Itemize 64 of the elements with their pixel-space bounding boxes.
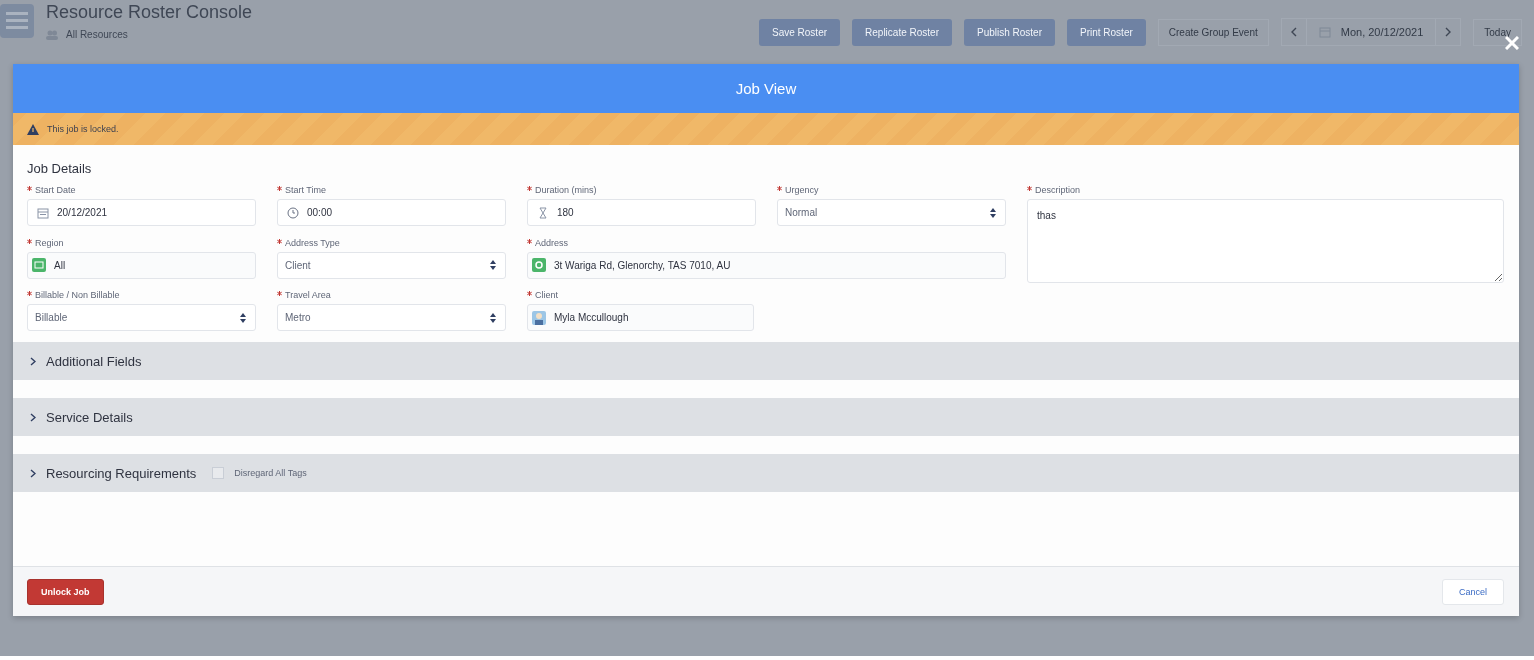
hourglass-icon xyxy=(537,206,549,219)
cancel-button[interactable]: Cancel xyxy=(1442,578,1504,605)
field-label: Travel Area xyxy=(285,290,331,300)
field-label: Start Date xyxy=(35,185,76,195)
field-label: Urgency xyxy=(785,185,819,195)
section-label: Additional Fields xyxy=(46,353,142,369)
calendar-icon xyxy=(37,206,49,219)
people-icon xyxy=(46,29,58,40)
section-header[interactable]: Resourcing Requirements Disregard All Tags xyxy=(13,454,1519,492)
region-icon xyxy=(32,258,46,272)
field-label: Description xyxy=(1035,185,1081,195)
location-icon xyxy=(532,258,546,272)
dropdown[interactable]: Client xyxy=(277,251,506,279)
lookup-field[interactable]: 3t Wariga Rd, Glenorchy, TAS 7010, AU xyxy=(527,251,1006,279)
dropdown[interactable]: Billable xyxy=(27,304,256,331)
date-navigator[interactable]: Mon, 20/12/2021 xyxy=(1280,18,1462,46)
modal-title: Job View xyxy=(13,64,1519,113)
field-label: Start Time xyxy=(285,185,326,195)
sort-arrows-icon xyxy=(990,207,996,218)
roster-button[interactable]: Save Roster xyxy=(759,18,841,46)
section-label: Service Details xyxy=(46,409,133,425)
section-header[interactable]: Additional Fields xyxy=(13,342,1519,380)
roster-button[interactable]: Publish Roster xyxy=(963,18,1055,46)
chevron-left-icon xyxy=(1290,27,1297,37)
dropdown[interactable]: Metro xyxy=(277,304,506,331)
field-label: Address Type xyxy=(285,237,340,248)
chevron-icon xyxy=(30,468,36,478)
field-label: Billable / Non Billable xyxy=(35,290,120,300)
sort-arrows-icon xyxy=(490,260,496,270)
field-label: Client xyxy=(535,290,558,300)
lookup-field[interactable]: Myla Mccullough xyxy=(527,304,754,331)
clock-icon xyxy=(287,206,299,219)
resource-filter[interactable]: All Resources xyxy=(66,29,128,40)
sort-arrows-icon xyxy=(490,312,496,323)
section-title: Job Details xyxy=(26,160,93,178)
warning-icon xyxy=(27,123,39,135)
menu-icon xyxy=(0,4,34,38)
checkbox-label: Disregard All Tags xyxy=(234,468,307,478)
description-field[interactable]: thas xyxy=(1027,199,1504,283)
page-title: Resource Roster Console xyxy=(46,2,253,23)
sort-arrows-icon xyxy=(240,312,246,323)
dropdown[interactable]: Normal xyxy=(777,199,1006,226)
close-icon xyxy=(1505,36,1519,50)
person-icon xyxy=(532,310,546,325)
number-field[interactable]: 180 xyxy=(527,199,756,226)
date-label: Mon, 20/12/2021 xyxy=(1340,26,1424,38)
field-label: Address xyxy=(535,237,569,248)
checkbox[interactable] xyxy=(212,467,225,479)
roster-button[interactable]: Replicate Roster xyxy=(852,18,952,46)
section-label: Resourcing Requirements xyxy=(46,465,197,481)
group-event-button[interactable]: Create Group Event xyxy=(1157,18,1269,46)
date-field[interactable]: 20/12/2021 xyxy=(27,199,256,226)
today-button[interactable]: Today xyxy=(1473,18,1522,46)
section-header[interactable]: Service Details xyxy=(13,398,1519,436)
field-label: Duration (mins) xyxy=(535,185,597,195)
locked-message: This job is locked. xyxy=(47,124,119,134)
roster-button[interactable]: Print Roster xyxy=(1067,18,1146,46)
field-label: Region xyxy=(35,237,64,248)
chevron-icon xyxy=(30,356,36,366)
unlock-button[interactable]: Unlock Job xyxy=(27,578,104,605)
chevron-icon xyxy=(30,412,36,422)
time-field[interactable]: 00:00 xyxy=(277,199,506,226)
chevron-right-icon xyxy=(1445,27,1452,37)
lookup-field[interactable]: All xyxy=(27,251,256,279)
